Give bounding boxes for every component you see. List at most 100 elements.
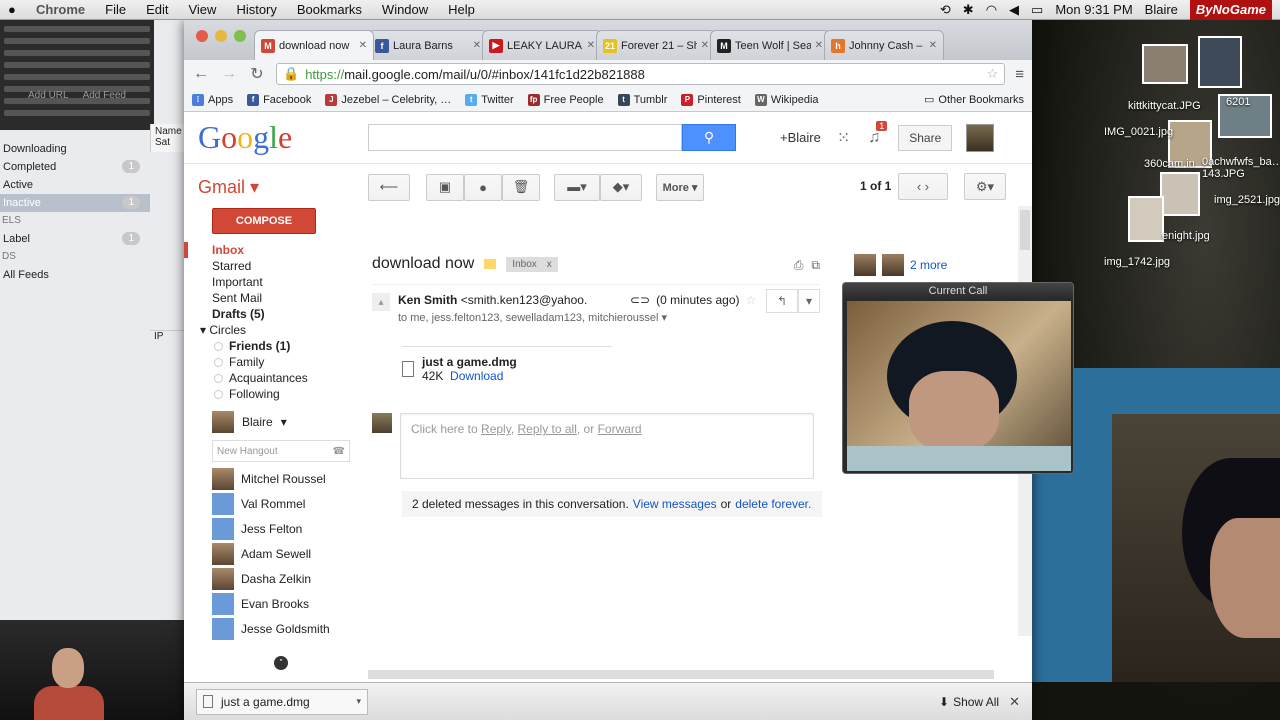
bookmark-item[interactable]: t Twitter [465, 93, 514, 106]
more-options-button[interactable]: ▾ [798, 289, 820, 313]
labels-button[interactable]: ◆▾ [600, 173, 642, 201]
menu-bookmarks[interactable]: Bookmarks [287, 2, 372, 17]
column-header[interactable]: Name Sat [150, 124, 184, 152]
download-link[interactable]: Download [450, 369, 503, 383]
phone-icon[interactable]: ☎ [333, 446, 345, 457]
contact-item[interactable]: Val Rommel [212, 491, 354, 516]
delete-button[interactable]: 🗑 [502, 173, 540, 201]
download-item[interactable]: just a game.dmg ▾ [196, 688, 368, 715]
new-window-icon[interactable]: ⧉ [811, 258, 820, 273]
back-icon[interactable]: ← [192, 65, 210, 83]
bookmark-star-icon[interactable]: ☆ [987, 66, 999, 82]
folder-circles[interactable]: ▾ Circles [184, 322, 354, 338]
remove-label-icon[interactable]: x [547, 259, 552, 270]
contact-item[interactable]: Adam Sewell [212, 541, 354, 566]
more-button[interactable]: More ▾ [656, 173, 704, 201]
bookmark-item[interactable]: W Wikipedia [754, 93, 819, 106]
folder-important[interactable]: Important [184, 274, 354, 290]
contact-item[interactable]: Mitchel Roussel [212, 466, 354, 491]
new-hangout-input[interactable]: New Hangout ☎ [212, 440, 350, 462]
reply-all-link[interactable]: Reply to all [518, 422, 577, 436]
close-tab-icon[interactable]: ✕ [701, 40, 709, 51]
recipients[interactable]: to me, jess.felton123, sewelladam123, mi… [398, 311, 667, 324]
desktop-file-label[interactable]: img_2521.jpg [1214, 194, 1280, 206]
view-messages-link[interactable]: View messages [633, 497, 717, 511]
close-window-button[interactable] [196, 30, 208, 42]
bluetooth-icon[interactable]: ✱ [963, 2, 974, 18]
avatar[interactable] [966, 123, 995, 152]
reply-box[interactable]: Click here to Reply, Reply to all, or Fo… [400, 413, 814, 479]
desktop-file-label[interactable]: enight.jpg [1162, 230, 1210, 242]
menu-view[interactable]: View [178, 2, 226, 17]
search-input[interactable] [368, 124, 682, 151]
desktop-file-thumb[interactable] [1198, 36, 1242, 88]
time-machine-icon[interactable]: ⟲ [940, 2, 951, 18]
hangouts-me[interactable]: Blaire ▾ [212, 410, 354, 434]
browser-tab[interactable]: h Johnny Cash – ✕ [824, 30, 944, 60]
menu-app[interactable]: Chrome [26, 2, 95, 17]
archive-button[interactable]: ▣ [426, 173, 464, 201]
add-url-button[interactable]: Add URL [28, 90, 69, 101]
close-icon[interactable]: ✕ [1009, 694, 1020, 710]
other-bookmarks[interactable]: ▭ Other Bookmarks [924, 93, 1024, 107]
desktop-file-label[interactable]: 0achwfwfs_ba…143.JPG [1202, 156, 1280, 180]
bookmark-item[interactable]: fp Free People [527, 93, 604, 106]
user-name[interactable]: Blaire [1145, 2, 1178, 17]
clock[interactable]: Mon 9:31 PM [1055, 2, 1132, 17]
minimize-window-button[interactable] [215, 30, 227, 42]
older-newer-buttons[interactable]: ‹ › [898, 173, 948, 200]
bookmark-item[interactable]: f Facebook [247, 93, 311, 106]
forward-link[interactable]: Forward [598, 422, 642, 436]
contact-item[interactable]: Dasha Zelkin [212, 566, 354, 591]
desktop-file-thumb[interactable] [1142, 44, 1188, 84]
avatar[interactable] [854, 254, 876, 276]
delete-forever-link[interactable]: delete forever. [735, 497, 811, 511]
folder-sent[interactable]: Sent Mail [184, 290, 354, 306]
contact-item[interactable]: Jesse Goldsmith [212, 616, 354, 641]
contact-item[interactable]: Jess Felton [212, 516, 354, 541]
contact-item[interactable]: Evan Brooks [212, 591, 354, 616]
attachment[interactable]: just a game.dmg 42K Download [402, 346, 612, 383]
browser-tab[interactable]: Mdownload now ✕ [254, 30, 374, 60]
horizontal-scrollbar[interactable] [368, 670, 994, 679]
inbox-label-chip[interactable]: Inbox x [506, 256, 558, 272]
forward-icon[interactable]: → [220, 65, 238, 83]
desktop-file-thumb[interactable] [1128, 196, 1164, 242]
browser-tab[interactable]: M Teen Wolf | Sea ✕ [710, 30, 830, 60]
desktop-file-label[interactable]: 360cam.in… [1144, 158, 1206, 170]
browser-tab[interactable]: ▶ LEAKY LAURA ✕ [482, 30, 602, 60]
menu-file[interactable]: File [95, 2, 136, 17]
settings-gear-button[interactable]: ⚙▾ [964, 173, 1006, 200]
nav-active[interactable]: Active [0, 176, 150, 194]
circle-family[interactable]: Family [184, 354, 354, 370]
desktop-file-label[interactable]: img_1742.jpg [1104, 256, 1170, 268]
nav-label[interactable]: Label 1 [0, 230, 150, 248]
volume-icon[interactable]: ◀ [1009, 2, 1019, 18]
report-spam-button[interactable]: ● [464, 173, 502, 201]
apple-icon[interactable]: ● [8, 2, 26, 17]
circle-acquaintances[interactable]: Acquaintances [184, 370, 354, 386]
desktop-file-label[interactable]: 6201 [1226, 96, 1250, 108]
close-tab-icon[interactable]: ✕ [929, 40, 937, 51]
folder-inbox[interactable]: Inbox [184, 242, 354, 258]
notifications-bell-icon[interactable]: ♫ 1 [868, 120, 888, 147]
close-tab-icon[interactable]: ✕ [359, 40, 367, 51]
reply-link[interactable]: Reply [481, 422, 511, 436]
close-tab-icon[interactable]: ✕ [815, 40, 823, 51]
google-logo[interactable]: Google [198, 119, 338, 156]
menu-history[interactable]: History [226, 2, 286, 17]
share-button[interactable]: Share [898, 124, 953, 151]
circle-following[interactable]: Following [184, 386, 354, 402]
apps-grid-icon[interactable]: ⁙ [837, 128, 850, 148]
bookmark-item[interactable]: P Pinterest [681, 93, 741, 106]
menu-edit[interactable]: Edit [136, 2, 178, 17]
show-all-button[interactable]: ⬇ Show All [939, 695, 999, 709]
menu-help[interactable]: Help [438, 2, 485, 17]
people-widget[interactable]: 2 more [854, 254, 947, 276]
folder-starred[interactable]: Starred [184, 258, 354, 274]
browser-tab[interactable]: 21 Forever 21 – Sh ✕ [596, 30, 716, 60]
bookmark-item[interactable]: J Jezebel – Celebrity, … [325, 93, 451, 106]
chevron-down-icon[interactable]: ▾ [356, 696, 361, 707]
gmail-menu[interactable]: Gmail ▾ [198, 177, 354, 198]
address-bar[interactable]: 🔒 https:// mail.google.com/mail/u/0/#inb… [276, 63, 1006, 85]
